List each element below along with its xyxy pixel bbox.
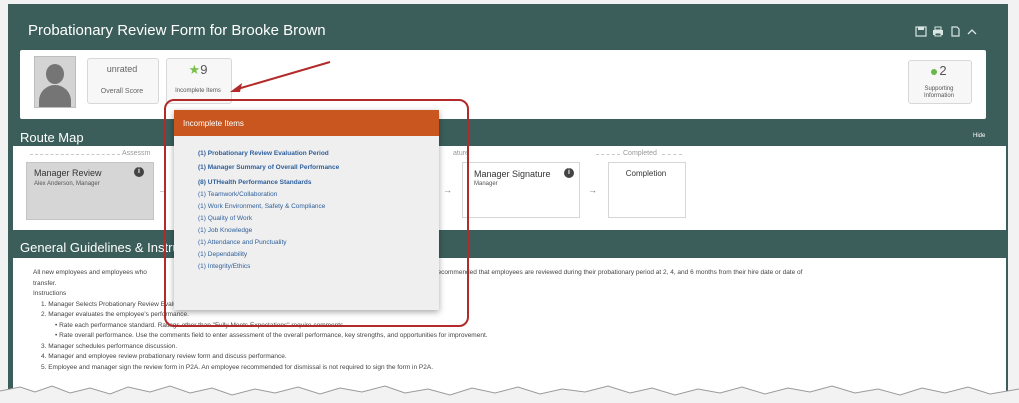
star-icon: ★ (188, 62, 201, 77)
highlight-outline (164, 99, 469, 327)
torn-edge (0, 385, 1019, 403)
overall-score-value: unrated (106, 64, 138, 74)
route-step-title: Manager Signature (474, 169, 551, 179)
supporting-information-count: 2 (908, 63, 970, 78)
overall-score-label: Overall Score (100, 88, 144, 95)
save-icon[interactable] (915, 26, 927, 37)
avatar (34, 56, 76, 108)
divider (30, 154, 120, 155)
incomplete-items-count: ★9 (166, 62, 230, 78)
instruction-step: 3. Manager schedules performance discuss… (41, 342, 178, 350)
assessment-stage-label: Assessm (122, 150, 151, 157)
route-step-subtitle: Manager (474, 181, 498, 187)
support-label-line2: Information (923, 93, 954, 99)
support-count-value: 2 (939, 63, 947, 78)
info-icon[interactable]: i (564, 168, 574, 178)
instruction-bullet: • Rate overall performance. Use the comm… (55, 332, 488, 339)
divider (662, 154, 682, 155)
instruction-step: 5. Employee and manager sign the review … (41, 363, 433, 371)
status-dot-icon (931, 68, 938, 75)
info-icon[interactable]: i (134, 167, 144, 177)
support-label-line1: Supporting (924, 86, 954, 92)
guidelines-title: General Guidelines & Instru (20, 240, 180, 255)
incomplete-items-label: Incomplete Items (175, 88, 221, 94)
divider (596, 154, 620, 155)
completed-stage-label: Completed (623, 150, 657, 157)
route-step-title: Completion (625, 169, 667, 178)
incomplete-count-value: 9 (200, 62, 208, 77)
guidelines-intro: All new employees and employees who (33, 269, 147, 276)
route-map-hide-link[interactable]: Hide (973, 133, 985, 139)
collapse-icon[interactable] (966, 26, 978, 37)
supporting-information-label: Supporting Information (908, 86, 970, 100)
window-title: Probationary Review Form for Brooke Brow… (28, 22, 326, 39)
route-step-subtitle: Alex Anderson, Manager (34, 181, 100, 187)
print-icon[interactable] (932, 26, 944, 37)
document-icon[interactable] (949, 26, 961, 37)
instruction-step: 4. Manager and employee review probation… (41, 353, 287, 360)
route-step-title: Manager Review (34, 168, 102, 178)
callout-arrow (230, 61, 331, 92)
arrow-right-icon: → (588, 185, 597, 195)
route-map-title: Route Map (20, 130, 84, 145)
